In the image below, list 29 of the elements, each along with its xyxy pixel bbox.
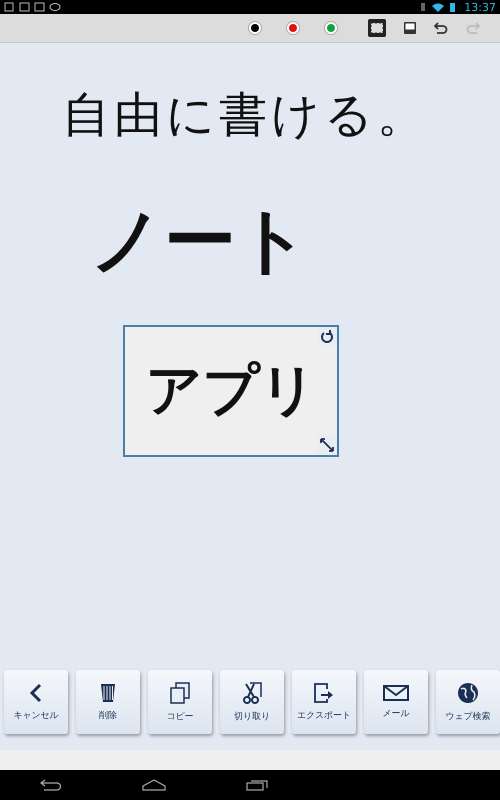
action-button[interactable]: 削除: [76, 670, 140, 734]
envelope-icon: [383, 685, 409, 701]
action-button[interactable]: キャンセル: [4, 670, 68, 734]
notification-icons: [4, 2, 62, 12]
action-button[interactable]: ウェブ検索: [436, 670, 500, 734]
chevron-left-icon: [29, 683, 43, 703]
home-icon[interactable]: [142, 779, 166, 791]
undo-icon[interactable]: [434, 22, 448, 34]
back-icon[interactable]: [40, 779, 62, 791]
recent-apps-icon[interactable]: [246, 779, 268, 791]
action-button[interactable]: 切り取り: [220, 670, 284, 734]
clock-time: 13:37: [464, 0, 496, 14]
action-button[interactable]: エクスポート: [292, 670, 356, 734]
action-button[interactable]: コピー: [148, 670, 212, 734]
selection-frame[interactable]: アプリ: [123, 325, 339, 457]
export-icon: [314, 683, 334, 703]
copy-icon: [170, 682, 190, 704]
globe-icon: [457, 682, 479, 704]
panel-icon[interactable]: [404, 22, 416, 34]
rotate-icon[interactable]: [317, 327, 337, 347]
handwritten-text: ノート: [90, 197, 310, 284]
handwritten-text: 自由に書ける。: [62, 86, 429, 145]
drawing-canvas[interactable]: 自由に書ける。 ノート アプリ: [0, 43, 500, 664]
film-frame-icon[interactable]: [368, 19, 386, 37]
handwritten-text: アプリ: [146, 357, 316, 425]
resize-icon[interactable]: [317, 435, 337, 455]
action-button[interactable]: メール: [364, 670, 428, 734]
trash-icon: [100, 683, 116, 703]
scissors-icon: [242, 682, 262, 704]
